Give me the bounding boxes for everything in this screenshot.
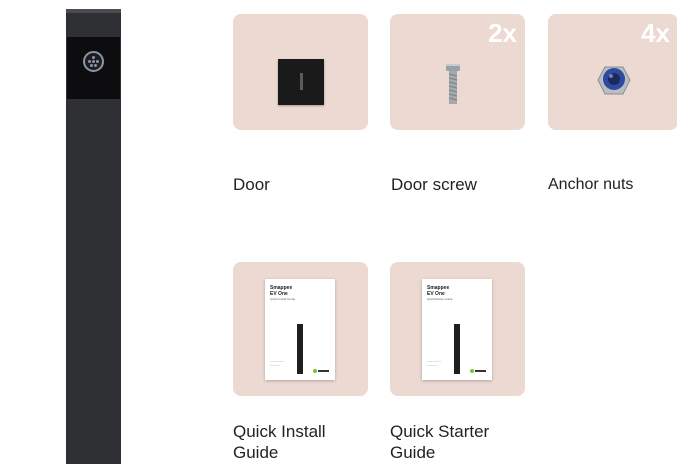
item-label-door: Door (233, 175, 270, 194)
item-card-door-screw: 2x (390, 14, 525, 130)
booklet-title: QuickStarter Guide (427, 297, 453, 301)
item-label-quick-install-guide: Quick Install Guide (233, 422, 326, 462)
booklet-icon: Smappee EV One QuickStarter Guide (422, 279, 492, 380)
item-card-anchor-nuts: 4x (548, 14, 677, 130)
booklet-charger-image (454, 324, 460, 374)
item-card-quick-install-guide: Smappee EV One Quick Install Guide (233, 262, 368, 396)
charging-socket-icon (83, 51, 104, 72)
item-label-quick-starter-guide: Quick Starter Guide (390, 422, 490, 462)
charger-pillar (66, 9, 121, 464)
charger-head (67, 37, 120, 99)
booklet-logo (470, 369, 486, 373)
item-label-anchor-nuts: Anchor nuts (548, 176, 634, 193)
item-card-door (233, 14, 368, 130)
item-label-door-screw: Door screw (391, 175, 477, 194)
pillar-top-cap (66, 9, 121, 13)
screw-icon (446, 64, 460, 104)
booklet-charger-image (297, 324, 303, 374)
booklet-title: Quick Install Guide (270, 297, 296, 301)
booklet-logo (313, 369, 329, 373)
nut-icon (597, 66, 631, 95)
booklet-icon: Smappee EV One Quick Install Guide (265, 279, 335, 380)
item-card-quick-starter-guide: Smappee EV One QuickStarter Guide (390, 262, 525, 396)
door-icon (278, 59, 324, 105)
door-brand-mark (300, 73, 303, 90)
